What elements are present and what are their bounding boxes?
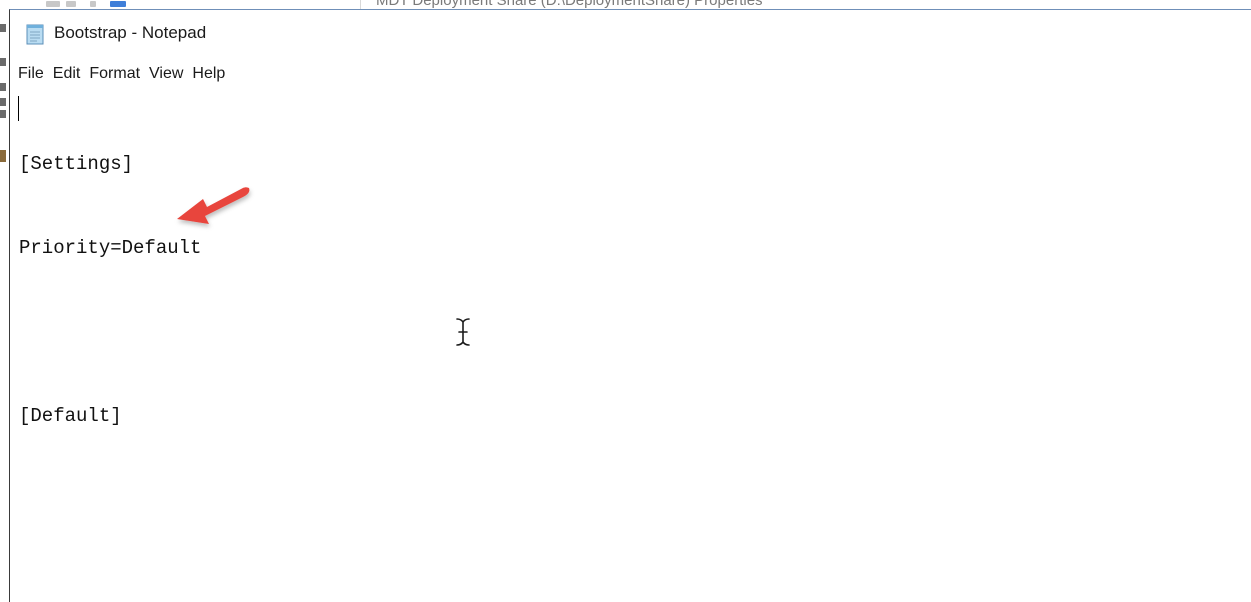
red-arrow-icon (177, 187, 250, 224)
ibeam-cursor-icon (456, 318, 470, 346)
menu-file[interactable]: File (18, 63, 48, 85)
desktop-edge-mark (0, 98, 6, 106)
background-toolbar-icon (110, 1, 126, 7)
notepad-window: Bootstrap - Notepad File Edit Format Vie… (9, 9, 1251, 602)
editor-line: Priority=Default (19, 237, 202, 259)
editor-content: [Settings] Priority=Default [Default] (19, 94, 201, 486)
editor-line: [Default] (19, 405, 122, 427)
menu-help[interactable]: Help (192, 63, 229, 85)
background-window-title: MDT Deployment Share (D:\DeploymentShare… (376, 0, 763, 9)
background-toolbar-icon (90, 1, 96, 7)
menu-edit[interactable]: Edit (53, 63, 85, 85)
menu-view[interactable]: View (149, 63, 187, 85)
menu-bar: File Edit Format View Help (10, 62, 234, 86)
desktop-edge-mark (0, 24, 6, 32)
background-toolbar-icon (66, 1, 76, 7)
desktop-edge-mark (0, 83, 6, 91)
desktop-edge (0, 10, 9, 601)
editor-line: [Settings] (19, 153, 134, 175)
desktop-edge-mark (0, 110, 6, 118)
background-toolbar-icon (46, 1, 60, 7)
desktop-edge-mark (0, 150, 6, 162)
text-editor-area[interactable]: [Settings] Priority=Default [Default] (10, 89, 1251, 602)
title-bar[interactable]: Bootstrap - Notepad (10, 10, 1251, 57)
desktop-edge-mark (0, 58, 6, 66)
window-title: Bootstrap - Notepad (54, 23, 207, 42)
notepad-icon (26, 24, 44, 45)
menu-format[interactable]: Format (89, 63, 144, 85)
